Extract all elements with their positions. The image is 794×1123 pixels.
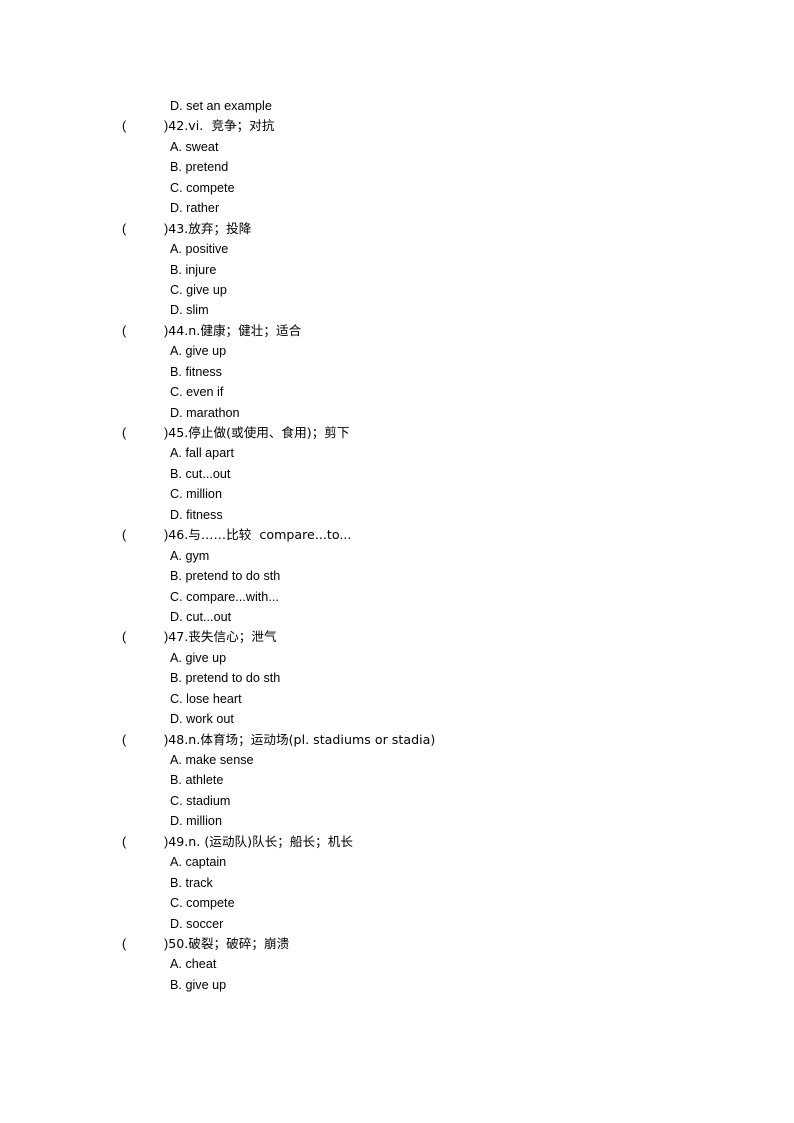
answer-bracket-44[interactable]: ( xyxy=(122,321,164,341)
answer-bracket-48[interactable]: ( xyxy=(122,730,164,750)
option-line[interactable]: C. lose heart xyxy=(0,689,794,709)
question-stem-50: ()50.破裂；破碎；崩溃 xyxy=(0,934,794,954)
document-page: D. set an example ()42.vi. 竞争；对抗 A. swea… xyxy=(0,0,794,1123)
option-line[interactable]: D. fitness xyxy=(0,505,794,525)
option-line[interactable]: D. marathon xyxy=(0,403,794,423)
option-line[interactable]: A. give up xyxy=(0,648,794,668)
answer-bracket-45[interactable]: ( xyxy=(122,423,164,443)
option-line[interactable]: B. injure xyxy=(0,260,794,280)
question-stem-47: ()47.丧失信心；泄气 xyxy=(0,627,794,647)
option-line[interactable]: B. pretend xyxy=(0,157,794,177)
option-line[interactable]: B. track xyxy=(0,873,794,893)
question-list: D. set an example ()42.vi. 竞争；对抗 A. swea… xyxy=(0,96,794,995)
option-line[interactable]: A. positive xyxy=(0,239,794,259)
option-line[interactable]: C. compete xyxy=(0,893,794,913)
option-line[interactable]: C. even if xyxy=(0,382,794,402)
question-stem-42: ()42.vi. 竞争；对抗 xyxy=(0,116,794,136)
option-line[interactable]: C. compete xyxy=(0,178,794,198)
option-line[interactable]: A. cheat xyxy=(0,954,794,974)
answer-bracket-42[interactable]: ( xyxy=(122,116,164,136)
option-line[interactable]: A. give up xyxy=(0,341,794,361)
option-line[interactable]: A. fall apart xyxy=(0,443,794,463)
question-text-50: 50.破裂；破碎；崩溃 xyxy=(168,935,290,951)
option-line[interactable]: A. gym xyxy=(0,546,794,566)
option-line[interactable]: B. pretend to do sth xyxy=(0,668,794,688)
option-line[interactable]: D. cut...out xyxy=(0,607,794,627)
option-line[interactable]: D. soccer xyxy=(0,914,794,934)
option-line[interactable]: C. million xyxy=(0,484,794,504)
option-line[interactable]: B. cut...out xyxy=(0,464,794,484)
question-text-46: 46.与……比较 compare...to... xyxy=(168,527,352,543)
option-line[interactable]: B. give up xyxy=(0,975,794,995)
question-stem-46: ()46.与……比较 compare...to... xyxy=(0,525,794,545)
option-line[interactable]: D. million xyxy=(0,811,794,831)
question-text-48: 48.n.体育场；运动场(pl. stadiums or stadia) xyxy=(168,731,436,747)
option-line[interactable]: D. rather xyxy=(0,198,794,218)
option-line[interactable]: C. give up xyxy=(0,280,794,300)
option-line[interactable]: C. compare...with... xyxy=(0,587,794,607)
answer-bracket-50[interactable]: ( xyxy=(122,934,164,954)
question-text-45: 45.停止做(或使用、食用)；剪下 xyxy=(168,425,350,440)
option-line[interactable]: B. athlete xyxy=(0,770,794,790)
option-line[interactable]: A. captain xyxy=(0,852,794,872)
answer-bracket-46[interactable]: ( xyxy=(122,525,164,545)
question-stem-48: ()48.n.体育场；运动场(pl. stadiums or stadia) xyxy=(0,730,794,750)
option-line[interactable]: C. stadium xyxy=(0,791,794,811)
answer-bracket-47[interactable]: ( xyxy=(122,627,164,647)
question-stem-44: ()44.n.健康；健壮；适合 xyxy=(0,321,794,341)
option-line[interactable]: D. work out xyxy=(0,709,794,729)
option-line[interactable]: B. fitness xyxy=(0,362,794,382)
answer-bracket-49[interactable]: ( xyxy=(122,832,164,852)
option-line[interactable]: B. pretend to do sth xyxy=(0,566,794,586)
question-text-42: 42.vi. 竞争；对抗 xyxy=(168,118,275,134)
option-line: D. set an example xyxy=(170,99,272,113)
option-line[interactable]: A. make sense xyxy=(0,750,794,770)
question-text-49: 49.n. (运动队)队长；船长；机长 xyxy=(168,833,353,849)
question-text-43: 43.放弃；投降 xyxy=(168,220,252,236)
question-text-44: 44.n.健康；健壮；适合 xyxy=(168,322,302,338)
question-stem-43: ()43.放弃；投降 xyxy=(0,219,794,239)
answer-bracket-43[interactable]: ( xyxy=(122,219,164,239)
option-line[interactable]: A. sweat xyxy=(0,137,794,157)
question-stem-49: ()49.n. (运动队)队长；船长；机长 xyxy=(0,832,794,852)
question-stem-45: ()45.停止做(或使用、食用)；剪下 xyxy=(0,423,794,443)
question-text-47: 47.丧失信心；泄气 xyxy=(168,629,277,645)
option-line[interactable]: D. slim xyxy=(0,300,794,320)
